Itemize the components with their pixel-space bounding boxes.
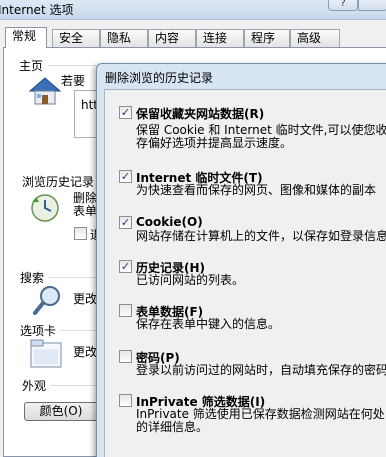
browsing-history-desc-line2: 表单 (73, 204, 98, 218)
tab-strip: 常规 安全 隐私 内容 连接 程序 高级 (5, 27, 386, 48)
dialog-content: ✓ 保留收藏夹网站数据(R) 保留 Cookie 和 Internet 临时文件… (104, 89, 386, 457)
tabs-window-icon (30, 339, 62, 369)
option-description: 已访问网站的列表。 (136, 273, 245, 287)
option-description: 保存在表单中键入的信息。 (136, 317, 281, 331)
history-checkbox[interactable]: ✓ (119, 260, 132, 273)
home-page-group-label: 主页 (19, 59, 44, 73)
dialog-title: 删除浏览的历史记录 (105, 71, 214, 85)
tab-advanced[interactable]: 高级 (290, 29, 340, 47)
home-page-description: 若要 (61, 74, 86, 88)
tab-privacy[interactable]: 隐私 (100, 29, 148, 47)
tab-content[interactable]: 内容 (148, 29, 196, 47)
option-description: 登录以前访问过的网站时，自动填充保存的密码 (136, 363, 386, 377)
temp-files-checkbox[interactable]: ✓ (119, 170, 132, 183)
appearance-group-label: 外观 (22, 379, 47, 393)
tab-programs[interactable]: 程序 (244, 29, 290, 47)
option-description-line2: 的详细信息。 (136, 420, 209, 434)
tabs-group-label: 选项卡 (20, 324, 57, 338)
passwords-checkbox[interactable] (119, 350, 132, 363)
title-bar: Internet 选项 ? (0, 0, 386, 20)
search-description: 更改 (73, 292, 98, 306)
option-description: 网站存储在计算机上的文件，以保存如登录信息 (136, 229, 386, 243)
delete-on-exit-checkbox[interactable] (74, 227, 87, 240)
tabs-description: 更改 (73, 345, 98, 359)
delete-browsing-history-dialog: 删除浏览的历史记录 ✓ 保留收藏夹网站数据(R) 保留 Cookie 和 Int… (96, 63, 386, 457)
option-title: Cookie(O) (136, 215, 203, 229)
option-title: 保留收藏夹网站数据(R) (136, 107, 265, 121)
inprivate-filtering-checkbox[interactable] (119, 394, 132, 407)
preserve-favorites-checkbox[interactable]: ✓ (119, 106, 132, 119)
cookies-checkbox[interactable]: ✓ (119, 216, 132, 229)
window-title: Internet 选项 (0, 3, 74, 17)
form-data-checkbox[interactable] (119, 304, 132, 317)
help-button[interactable]: ? (328, 0, 358, 11)
tab-general[interactable]: 常规 (5, 27, 47, 48)
tab-security[interactable]: 安全 (52, 29, 100, 47)
tab-connections[interactable]: 连接 (196, 29, 244, 47)
browsing-history-group-label: 浏览历史记录 (22, 175, 95, 189)
search-group-label: 搜索 (20, 271, 45, 285)
history-clock-icon (30, 193, 60, 223)
option-description: 为快速查看而保存的网页、图像和媒体的副本 (136, 183, 377, 197)
option-description-line2: 存偏好选项并提高显示速度。 (136, 136, 293, 150)
close-button[interactable] (358, 0, 386, 11)
home-icon (28, 76, 62, 106)
colors-button[interactable]: 颜色(O) (24, 402, 98, 421)
search-magnifier-icon (32, 285, 62, 317)
